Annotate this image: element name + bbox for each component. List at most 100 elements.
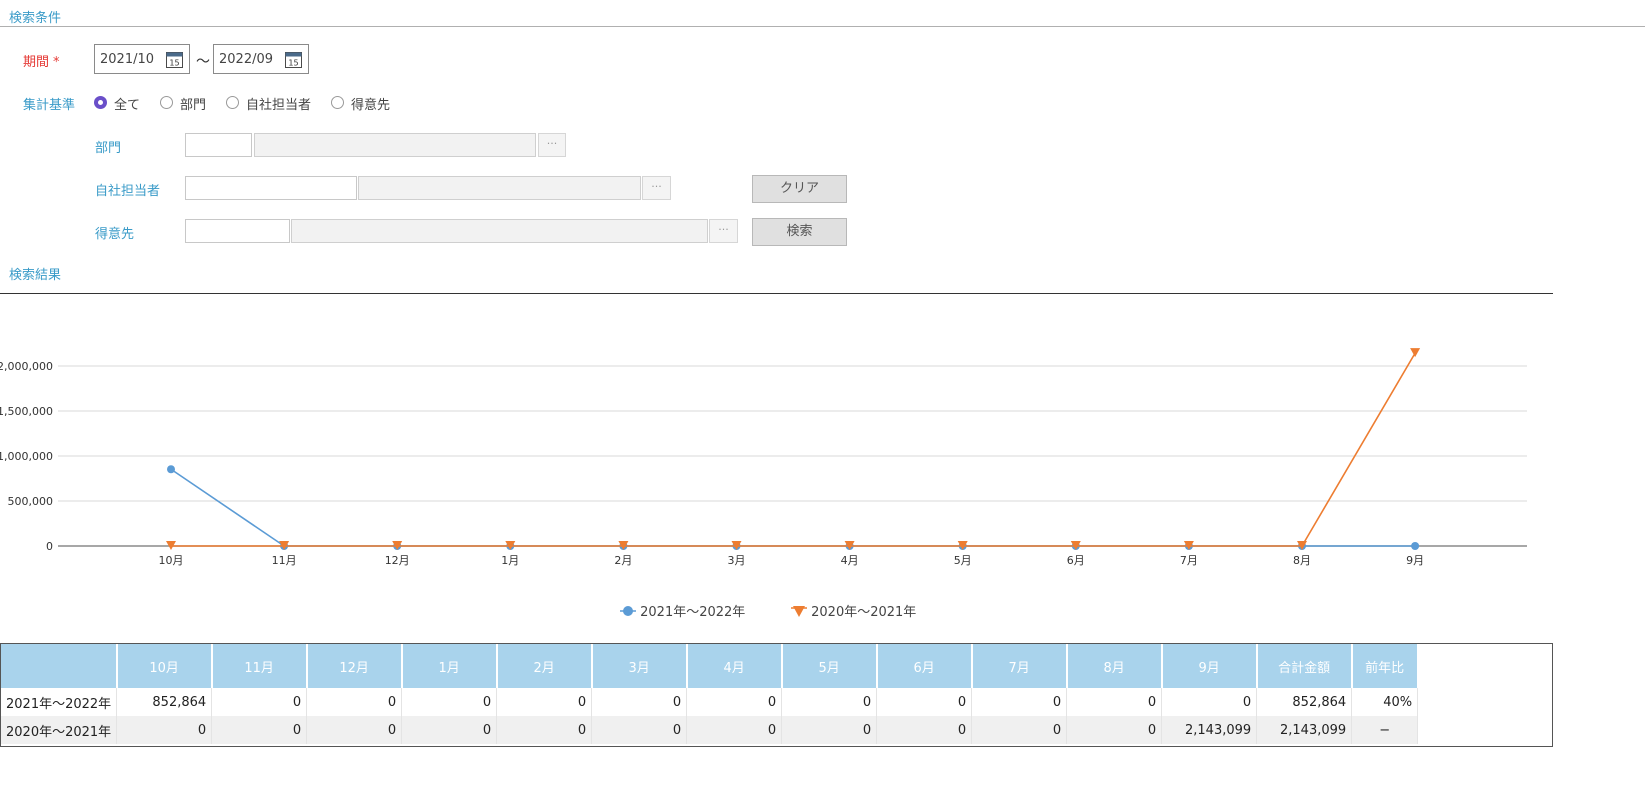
- table-cell: 0: [591, 716, 688, 744]
- table-cell: 0: [781, 716, 878, 744]
- table-header-cell: 9月: [1161, 644, 1258, 688]
- legend-triangle-icon: [791, 606, 807, 617]
- y-tick-label: 500,000: [8, 495, 54, 508]
- legend-circle-icon: [620, 606, 636, 616]
- legend-series-2: 2020年〜2021年: [791, 601, 916, 620]
- staff-lookup-button[interactable]: ···: [642, 176, 671, 200]
- table-cell: 0: [211, 716, 308, 744]
- radio-staff-circle[interactable]: [226, 96, 239, 109]
- table-cell: 0: [401, 688, 498, 716]
- period-from-input[interactable]: 2021/10 15: [94, 44, 190, 74]
- chart-y-ticks: 0 500,000 1,000,000 1,500,000 2,000,000: [0, 360, 53, 553]
- table-header-corner: [1, 644, 118, 688]
- table-row: 2020年〜2021年 0 0 0 0 0 0 0 0 0 0 0 2,143,099 2,143,099…: [1, 716, 1419, 744]
- results-table: 10月 11月 12月 1月 2月 3月 4月 5月 6月 7月 8月 9月 合計金額 前年比 2021年…: [1, 644, 1419, 744]
- legend-series-2-label: 2020年〜2021年: [811, 605, 917, 620]
- x-tick-label: 1月: [501, 554, 519, 567]
- period-from-value: 2021/10: [100, 52, 155, 67]
- legend-series-1-label: 2021年〜2022年: [640, 605, 746, 620]
- calendar-icon[interactable]: 15: [285, 51, 302, 68]
- department-code-input[interactable]: [185, 133, 252, 157]
- radio-department-circle[interactable]: [160, 96, 173, 109]
- x-tick-label: 9月: [1406, 554, 1424, 567]
- table-cell: 40%: [1351, 688, 1419, 716]
- department-name-field: [254, 133, 536, 157]
- table-cell: 0: [1066, 716, 1163, 744]
- y-tick-label: 0: [46, 540, 53, 553]
- y-tick-label: 1,000,000: [0, 450, 53, 463]
- customer-lookup-button[interactable]: ···: [709, 219, 738, 243]
- search-results-title: 検索結果: [9, 268, 62, 283]
- search-conditions-divider: [0, 26, 1645, 27]
- radio-customer-label: 得意先: [351, 98, 391, 113]
- table-cell: 2,143,099: [1161, 716, 1258, 744]
- data-point[interactable]: [1411, 542, 1420, 550]
- x-tick-label: 5月: [954, 554, 972, 567]
- x-tick-label: 7月: [1180, 554, 1198, 567]
- data-point[interactable]: [167, 465, 175, 474]
- x-tick-label: 4月: [841, 554, 859, 567]
- radio-all-label: 全て: [114, 98, 141, 113]
- table-cell: 0: [1066, 688, 1163, 716]
- customer-label: 得意先: [95, 227, 135, 242]
- table-cell: 0: [971, 688, 1068, 716]
- y-tick-label: 1,500,000: [0, 405, 53, 418]
- table-header-cell: 8月: [1066, 644, 1163, 688]
- x-tick-label: 12月: [385, 554, 410, 567]
- staff-code-input[interactable]: [185, 176, 357, 200]
- table-row: 2021年〜2022年 852,864 0 0 0 0 0 0 0 0 0 0 0 852,864 40%: [1, 688, 1419, 716]
- x-tick-label: 11月: [272, 554, 297, 567]
- department-lookup-button[interactable]: ···: [538, 133, 566, 157]
- table-cell: 0: [496, 716, 593, 744]
- x-tick-label: 10月: [159, 554, 184, 567]
- table-cell: 0: [496, 688, 593, 716]
- table-header-cell: 6月: [876, 644, 973, 688]
- table-cell: 852,864: [1256, 688, 1353, 716]
- search-button[interactable]: 検索: [752, 218, 847, 246]
- table-cell: 0: [306, 688, 403, 716]
- results-table-container: 10月 11月 12月 1月 2月 3月 4月 5月 6月 7月 8月 9月 合計金額 前年比 2021年…: [0, 643, 1553, 747]
- calendar-icon[interactable]: 15: [166, 51, 183, 68]
- table-body: 2021年〜2022年 852,864 0 0 0 0 0 0 0 0 0 0 0 852,864 40% 2…: [1, 688, 1419, 744]
- x-tick-label: 6月: [1067, 554, 1085, 567]
- period-to-input[interactable]: 2022/09 15: [213, 44, 309, 74]
- aggregation-label: 集計基準: [23, 98, 76, 113]
- table-cell: 0: [876, 716, 973, 744]
- radio-customer-circle[interactable]: [331, 96, 344, 109]
- period-label-text: 期間: [23, 55, 50, 70]
- y-tick-label: 2,000,000: [0, 360, 53, 373]
- table-header-cell: 3月: [591, 644, 688, 688]
- table-header-cell: 5月: [781, 644, 878, 688]
- table-cell: 0: [686, 716, 783, 744]
- sales-line-chart: 0 500,000 1,000,000 1,500,000 2,000,000 10月 1…: [0, 348, 1527, 567]
- x-tick-label: 3月: [728, 554, 746, 567]
- table-header-cell: 2月: [496, 644, 593, 688]
- required-mark: *: [53, 55, 60, 70]
- search-results-divider: [0, 293, 1553, 294]
- table-cell: 0: [686, 688, 783, 716]
- series-line-2: [171, 352, 1416, 547]
- row-header-cell: 2020年〜2021年: [1, 716, 118, 744]
- data-point[interactable]: [1410, 348, 1421, 358]
- x-tick-label: 2月: [614, 554, 632, 567]
- calendar-day-text: 15: [169, 59, 179, 68]
- table-header-cell: 12月: [306, 644, 403, 688]
- table-header-cell: 7月: [971, 644, 1068, 688]
- table-header-cell: 前年比: [1351, 644, 1419, 688]
- staff-name-field: [358, 176, 641, 200]
- table-cell: 852,864: [116, 688, 213, 716]
- table-cell: 0: [306, 716, 403, 744]
- table-header-cell: 10月: [116, 644, 213, 688]
- series-line-1: [170, 468, 1416, 547]
- table-cell: 0: [211, 688, 308, 716]
- table-cell: 2,143,099: [1256, 716, 1353, 744]
- calendar-day-text: 15: [288, 59, 298, 68]
- customer-code-input[interactable]: [185, 219, 290, 243]
- legend-series-1: 2021年〜2022年: [620, 601, 745, 620]
- period-separator: 〜: [196, 54, 210, 70]
- radio-all-circle[interactable]: [94, 96, 107, 109]
- table-header-cell: 合計金額: [1256, 644, 1353, 688]
- chart-x-ticks: 10月 11月 12月 1月 2月 3月 4月 5月 6月 7月 8月 9月: [159, 554, 1425, 567]
- table-cell: 0: [876, 688, 973, 716]
- clear-button[interactable]: クリア: [752, 175, 847, 203]
